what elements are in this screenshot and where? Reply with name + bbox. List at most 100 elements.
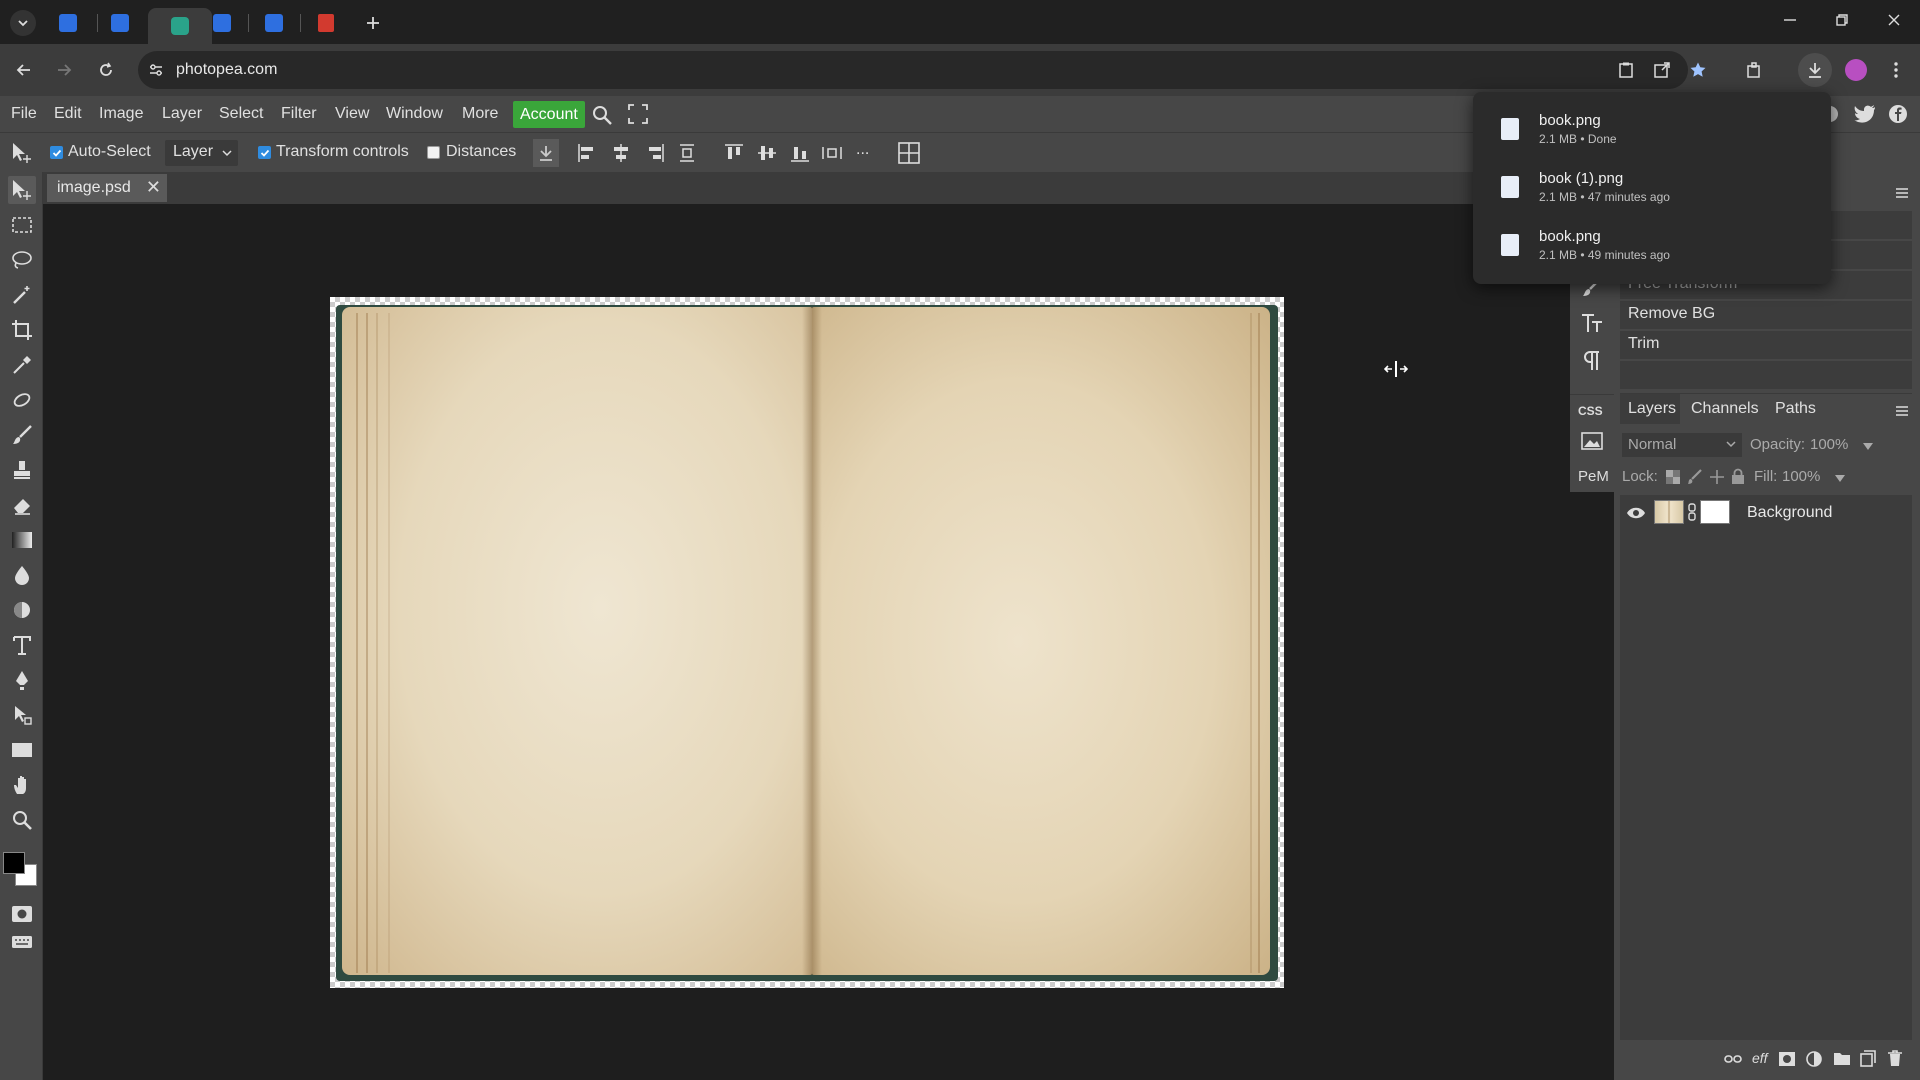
- layer-effects-icon[interactable]: eff: [1752, 1050, 1768, 1066]
- browser-tab[interactable]: [46, 8, 90, 38]
- fullscreen-button[interactable]: [628, 104, 648, 124]
- open-external-button[interactable]: [1648, 56, 1676, 84]
- align-vertical-center-button[interactable]: [757, 143, 777, 163]
- menu-more[interactable]: More: [462, 105, 498, 123]
- layers-panel-menu[interactable]: [1895, 405, 1909, 417]
- fill-dropdown-icon[interactable]: [1834, 474, 1846, 483]
- new-layer-icon[interactable]: [1860, 1050, 1876, 1067]
- reload-button[interactable]: [92, 56, 120, 84]
- account-button[interactable]: Account: [513, 101, 585, 128]
- menu-file[interactable]: File: [11, 105, 37, 123]
- clone-stamp-tool[interactable]: [8, 456, 36, 484]
- layer-row[interactable]: Background: [1620, 495, 1912, 531]
- download-item[interactable]: book.png 2.1 MB • 49 minutes ago: [1473, 216, 1831, 274]
- menu-view[interactable]: View: [335, 105, 369, 123]
- browser-tab[interactable]: [252, 8, 296, 38]
- history-panel-menu[interactable]: [1895, 187, 1909, 199]
- align-right-button[interactable]: [645, 143, 665, 163]
- marquee-tool[interactable]: [8, 211, 36, 239]
- layer-name[interactable]: Background: [1747, 504, 1832, 522]
- restore-button[interactable]: [1834, 12, 1850, 28]
- transform-controls-checkbox[interactable]: [258, 146, 271, 159]
- lock-all-icon[interactable]: [1731, 468, 1745, 485]
- gradient-tool[interactable]: [8, 526, 36, 554]
- link-layers-icon[interactable]: [1724, 1053, 1742, 1065]
- facebook-link[interactable]: [1888, 104, 1908, 124]
- lock-position-icon[interactable]: [1709, 469, 1725, 485]
- opacity-value[interactable]: 100%: [1810, 436, 1848, 453]
- close-document-button[interactable]: ✕: [146, 177, 161, 198]
- new-tab-button[interactable]: [360, 10, 386, 36]
- menu-layer[interactable]: Layer: [162, 105, 202, 123]
- align-left-button[interactable]: [577, 143, 597, 163]
- clipboard-button[interactable]: [1612, 56, 1640, 84]
- rectangle-tool[interactable]: [8, 736, 36, 764]
- character-panel-button[interactable]: [1580, 312, 1604, 336]
- auto-select-checkbox[interactable]: [50, 146, 63, 159]
- twitter-link[interactable]: [1854, 104, 1876, 124]
- document-tab[interactable]: image.psd ✕: [47, 174, 167, 202]
- eye-icon[interactable]: [1626, 506, 1646, 520]
- menu-filter[interactable]: Filter: [281, 105, 317, 123]
- blur-tool[interactable]: [8, 561, 36, 589]
- download-item[interactable]: book (1).png 2.1 MB • 47 minutes ago: [1473, 158, 1831, 216]
- quick-mask-button[interactable]: [8, 900, 36, 928]
- site-info-icon[interactable]: [148, 62, 164, 78]
- browser-tab[interactable]: [200, 8, 244, 38]
- history-item[interactable]: Remove BG: [1620, 301, 1912, 329]
- menu-select[interactable]: Select: [219, 105, 263, 123]
- distribute-horizontal-button[interactable]: [821, 143, 843, 163]
- align-menu-button[interactable]: [533, 139, 559, 167]
- healing-brush-tool[interactable]: [8, 386, 36, 414]
- lock-transparency-icon[interactable]: [1665, 469, 1681, 485]
- css-panel-button[interactable]: CSS: [1578, 404, 1603, 418]
- browser-tab[interactable]: [98, 8, 142, 38]
- dodge-tool[interactable]: [8, 596, 36, 624]
- history-item[interactable]: Trim: [1620, 331, 1912, 359]
- tab-search-button[interactable]: [10, 10, 36, 36]
- move-tool-preset[interactable]: [10, 141, 36, 165]
- opacity-dropdown-icon[interactable]: [1862, 442, 1874, 451]
- brush-tool[interactable]: [8, 421, 36, 449]
- type-tool[interactable]: [8, 631, 36, 659]
- move-tool[interactable]: [8, 176, 36, 204]
- link-icon[interactable]: [1687, 503, 1697, 521]
- lock-pixels-icon[interactable]: [1687, 469, 1703, 485]
- eyedropper-tool[interactable]: [8, 351, 36, 379]
- foreground-color-swatch[interactable]: [3, 852, 25, 874]
- forward-button[interactable]: [50, 56, 78, 84]
- document-canvas[interactable]: [330, 297, 1284, 988]
- profile-avatar[interactable]: [1842, 56, 1870, 84]
- extensions-button[interactable]: [1740, 56, 1768, 84]
- tab-paths[interactable]: Paths: [1775, 400, 1816, 418]
- path-selection-tool[interactable]: [8, 701, 36, 729]
- search-button[interactable]: [591, 104, 613, 126]
- close-window-button[interactable]: [1886, 12, 1902, 28]
- auto-select-target-dropdown[interactable]: Layer: [165, 140, 238, 166]
- align-horizontal-center-button[interactable]: [611, 143, 631, 163]
- downloads-button[interactable]: [1798, 53, 1832, 87]
- menu-edit[interactable]: Edit: [54, 105, 82, 123]
- blend-mode-dropdown[interactable]: Normal: [1622, 433, 1742, 457]
- adjustment-layer-icon[interactable]: [1806, 1051, 1822, 1067]
- keyboard-button[interactable]: [8, 928, 36, 956]
- bookmark-button[interactable]: [1684, 56, 1712, 84]
- browser-tab[interactable]: [304, 8, 348, 38]
- distribute-vertical-button[interactable]: [679, 143, 695, 163]
- tab-channels[interactable]: Channels: [1691, 400, 1759, 418]
- crop-tool[interactable]: [8, 316, 36, 344]
- image-panel-button[interactable]: [1581, 432, 1603, 450]
- browser-menu-button[interactable]: [1882, 56, 1910, 84]
- layer-mask-thumbnail[interactable]: [1700, 500, 1730, 524]
- tab-layers[interactable]: Layers: [1628, 400, 1676, 418]
- paragraph-panel-button[interactable]: [1582, 350, 1602, 372]
- fill-value[interactable]: 100%: [1782, 468, 1820, 485]
- arrange-grid-button[interactable]: [898, 142, 920, 164]
- align-bottom-button[interactable]: [790, 143, 810, 163]
- hand-tool[interactable]: [8, 771, 36, 799]
- zoom-tool[interactable]: [8, 806, 36, 834]
- address-bar[interactable]: photopea.com: [138, 51, 1688, 89]
- lasso-tool[interactable]: [8, 246, 36, 274]
- quick-selection-tool[interactable]: [8, 281, 36, 309]
- menu-window[interactable]: Window: [386, 105, 443, 123]
